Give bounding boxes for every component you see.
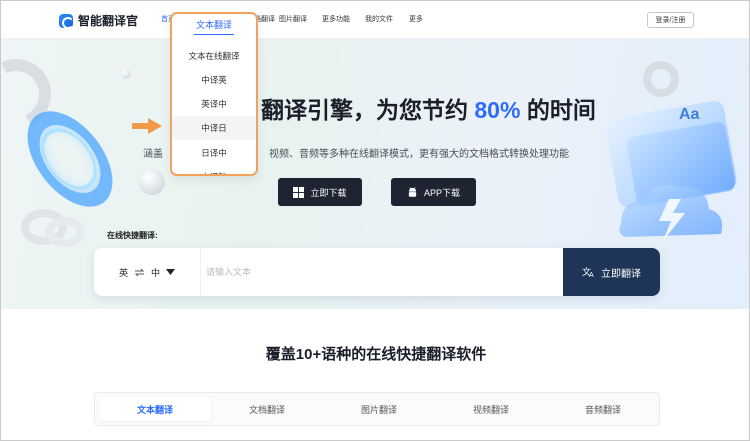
hero-subtitle-prefix: 涵盖 [143,149,163,160]
quick-translate-bar: 英 中 文 A 立即翻译 [94,248,660,296]
hero-subtitle: 视频、音频等多种在线翻译模式，更有强大的文档格式转换处理功能 [269,149,569,160]
hero-title-text: 翻译引擎，为您节约 [261,97,475,123]
svg-text:A: A [589,272,594,278]
hero-title: 翻译引擎，为您节约 80% 的时间 [261,91,596,125]
chevron-down-icon[interactable] [166,269,176,275]
hero-title-suffix: 的时间 [520,97,596,123]
source-language[interactable]: 英 [119,266,128,279]
menu-item-zh-to-en[interactable]: 中译英 [172,68,256,92]
menu-item-en-to-zh[interactable]: 英译中 [172,92,256,116]
app-name: 智能翻译官 [78,14,139,28]
decorative-sphere [139,169,165,195]
translation-type-tabs: 文本翻译 文档翻译 图片翻译 视频翻译 音频翻译 [94,392,660,426]
language-selector[interactable]: 英 中 [94,248,201,296]
hero-title-highlight: 80% [474,97,521,123]
section-title: 覆盖10+语种的在线快捷翻译软件 [265,346,487,363]
nav-item-more-features[interactable]: 更多功能 [322,14,350,24]
windows-icon [293,186,305,198]
text-translate-dropdown: 文本翻译 文本在线翻译 中译英 英译中 中译日 日译中 中译韩 [170,12,258,176]
translate-icon: 文 A [582,266,594,278]
tab-document-translate[interactable]: 文档翻译 [211,393,323,425]
download-button-label: 立即下载 [310,187,347,198]
translation-illustration: Aa [605,61,737,241]
tab-video-translate[interactable]: 视频翻译 [435,393,547,425]
translate-now-label: 立即翻译 [601,268,641,280]
pointer-arrow-icon [132,118,162,134]
download-button[interactable]: 立即下载 [278,178,362,206]
nav-item-my-files[interactable]: 我的文件 [365,14,393,24]
brand-logo[interactable]: 智能翻译官 [59,12,138,29]
nav-item-image-translate[interactable]: 图片翻译 [279,14,307,24]
app-download-button-label: APP下载 [423,187,460,198]
android-icon [408,186,417,197]
nav-item-more[interactable]: 更多 [409,14,423,24]
menu-item-zh-to-ja[interactable]: 中译日 [172,116,256,140]
page-frame: 翻译引擎，为您节约 80% 的时间 涵盖 视频、音频等多种在线翻译模式，更有强大… [0,0,750,441]
translate-text-input[interactable] [206,262,536,282]
tab-audio-translate[interactable]: 音频翻译 [547,393,659,425]
menu-item-text-online-translate[interactable]: 文本在线翻译 [172,44,256,68]
tab-image-translate[interactable]: 图片翻译 [323,393,435,425]
menu-item-zh-to-ko[interactable]: 中译韩 [172,165,256,174]
login-register-button[interactable]: 登录/注册 [647,12,694,28]
app-download-button[interactable]: APP下载 [391,178,476,206]
quick-translate-label: 在线快捷翻译: [107,231,158,240]
decorative-sphere [121,69,131,79]
translate-now-button[interactable]: 文 A 立即翻译 [563,248,660,296]
menu-item-ja-to-zh[interactable]: 日译中 [172,141,256,165]
svg-text:Aa: Aa [679,106,700,123]
swap-arrows-icon[interactable] [134,268,145,277]
tab-text-translate[interactable]: 文本翻译 [99,397,211,421]
dropdown-header[interactable]: 文本翻译 [172,14,256,36]
top-navigation-bar: 智能翻译官 首页 文档翻译 图片翻译 更多功能 我的文件 更多 登录/注册 [1,1,749,39]
logo-icon [59,13,74,29]
decorative-spiral [45,217,85,247]
target-language[interactable]: 中 [151,266,160,279]
